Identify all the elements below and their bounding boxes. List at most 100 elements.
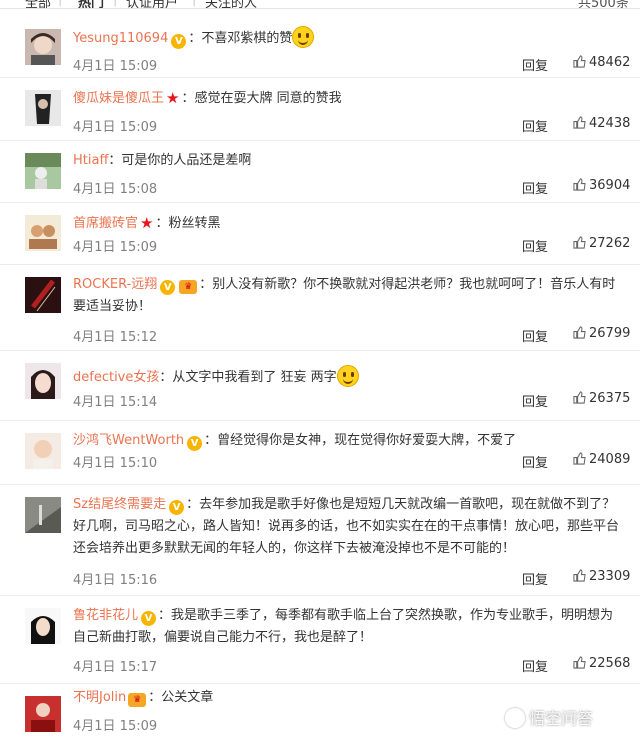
like-count: 48462 [589, 55, 631, 70]
like-count: 22568 [589, 656, 631, 671]
comment-time: 4月1日 15:10 [73, 456, 158, 471]
thumbs-up-icon [573, 452, 586, 465]
comment-time: 4月1日 15:09 [73, 719, 158, 734]
vip-crown-icon: ♛ [179, 280, 198, 294]
comment-content: ：曾经觉得你是女神，现在觉得你好爱耍大牌，不爱了 [204, 433, 517, 448]
like-button[interactable]: 22568 [573, 656, 630, 671]
comment-item: 傻瓜妹是傻瓜王 ★ ：感觉在耍大牌 同意的赞我 4月1日 15:09 回复 4243… [0, 78, 640, 141]
comment-time: 4月1日 15:09 [73, 120, 158, 135]
comment-item: Yesung110694 V ：不喜邓紫棋的赞 4月1日 15:09 回复 4846… [0, 17, 640, 78]
reply-button[interactable]: 回复 [522, 656, 548, 675]
comment-username[interactable]: 不明Jolin [73, 690, 126, 705]
reply-button[interactable]: 回复 [522, 569, 548, 588]
tab-separator: | [113, 0, 117, 7]
like-button[interactable]: 26375 [573, 391, 630, 406]
avatar[interactable] [25, 363, 61, 399]
reply-button[interactable]: 回复 [522, 236, 548, 255]
like-count: 26375 [589, 391, 631, 406]
comment-content: ：不喜邓紫棋的赞 [188, 31, 293, 46]
like-button[interactable]: 27262 [573, 236, 630, 251]
like-button[interactable]: 23309 [573, 569, 630, 584]
comment-text: Yesung110694 V ：不喜邓紫棋的赞 [73, 26, 622, 50]
reply-button[interactable]: 回复 [522, 391, 548, 410]
thumbs-up-icon [573, 569, 586, 582]
comment-filter-tabs: 全部 | 热门 | 认证用户 | 关注的人 共500条 [0, 0, 640, 11]
avatar[interactable] [25, 608, 61, 644]
like-count: 36904 [589, 178, 631, 193]
smirk-emoji-icon [336, 365, 359, 387]
comment-text: 沙鸿飞WentWorth V ：曾经觉得你是女神，现在觉得你好爱耍大牌，不爱了 [73, 430, 622, 452]
comment-content: ：可是你的人品还是差啊 [108, 153, 252, 168]
comment-username[interactable]: defective女孩 [73, 370, 159, 385]
comment-time: 4月1日 15:17 [73, 660, 158, 675]
like-button[interactable]: 42438 [573, 116, 630, 131]
thumbs-up-icon [573, 326, 586, 339]
like-button[interactable]: 24089 [573, 452, 630, 467]
member-star-icon: ★ [166, 89, 180, 107]
comment-item: ROCKER-远翔 V ♛ ：别人没有新歌？你不换歌就对得起洪老师？我也就呵呵了！音乐… [0, 265, 640, 351]
comment-content: ：感觉在耍大牌 同意的赞我 [181, 91, 342, 106]
tab-separator: | [58, 0, 62, 7]
comment-username[interactable]: 沙鸿飞WentWorth [73, 433, 184, 448]
reply-button[interactable]: 回复 [522, 178, 548, 197]
vip-crown-icon: ♛ [128, 693, 147, 707]
verified-v-icon: V [171, 34, 187, 49]
avatar[interactable] [25, 277, 61, 313]
avatar[interactable] [25, 433, 61, 469]
comment-text: Htiaff：可是你的人品还是差啊 [73, 150, 622, 172]
comment-item: 沙鸿飞WentWorth V ：曾经觉得你是女神，现在觉得你好爱耍大牌，不爱了 4月… [0, 421, 640, 485]
comment-text: 傻瓜妹是傻瓜王 ★ ：感觉在耍大牌 同意的赞我 [73, 87, 622, 110]
tab-separator: | [192, 0, 196, 7]
avatar[interactable] [25, 696, 61, 732]
avatar[interactable] [25, 90, 61, 126]
avatar[interactable] [25, 497, 61, 533]
thumbs-up-icon [573, 55, 586, 68]
comment-text: 首席搬砖官 ★ ：粉丝转黑 [73, 212, 622, 235]
reply-button[interactable]: 回复 [522, 326, 548, 345]
tab-hot[interactable]: 热门 [78, 0, 104, 11]
like-count: 26799 [589, 326, 631, 341]
comment-username[interactable]: Sz结尾终需要走 [73, 497, 166, 512]
avatar[interactable] [25, 215, 61, 251]
verified-v-icon: V [141, 611, 157, 626]
comment-item: Htiaff：可是你的人品还是差啊 4月1日 15:08 回复 36904 [0, 141, 640, 203]
verified-v-icon: V [169, 500, 185, 515]
comment-item: 首席搬砖官 ★ ：粉丝转黑 4月1日 15:09 回复 27262 [0, 203, 640, 265]
tab-verified[interactable]: 认证用户 [126, 0, 178, 11]
avatar[interactable] [25, 29, 61, 65]
comment-item: 鲁花非花儿 V ：我是歌手三季了，每季都有歌手临上台了突然换歌，作为专业歌手，明明想… [0, 596, 640, 684]
comment-username[interactable]: Htiaff [73, 153, 108, 168]
reply-button[interactable]: 回复 [522, 452, 548, 471]
watermark: 悟空问答 [505, 705, 593, 729]
comment-time: 4月1日 15:08 [73, 182, 158, 197]
comment-username[interactable]: 傻瓜妹是傻瓜王 [73, 91, 164, 106]
comment-time: 4月1日 15:09 [73, 240, 158, 255]
like-button[interactable]: 26799 [573, 326, 630, 341]
tabs-divider [0, 8, 640, 9]
comment-username[interactable]: Yesung110694 [73, 31, 168, 46]
tab-following[interactable]: 关注的人 [205, 0, 257, 11]
member-star-icon: ★ [140, 214, 154, 232]
thumbs-up-icon [573, 391, 586, 404]
comment-username[interactable]: 鲁花非花儿 [73, 608, 138, 623]
comment-username[interactable]: ROCKER-远翔 [73, 277, 157, 292]
like-button[interactable]: 48462 [573, 55, 630, 70]
comment-count: 共500条 [578, 0, 629, 11]
comment-text: 鲁花非花儿 V ：我是歌手三季了，每季都有歌手临上台了突然换歌，作为专业歌手，明明想… [73, 605, 622, 649]
comment-item: Sz结尾终需要走 V ：去年参加我是歌手好像也是短短几天就改编一首歌吧，现在就做不到… [0, 485, 640, 596]
avatar[interactable] [25, 153, 61, 189]
comment-time: 4月1日 15:09 [73, 59, 158, 74]
like-button[interactable]: 36904 [573, 178, 630, 193]
reply-button[interactable]: 回复 [522, 116, 548, 135]
smile-emoji-icon [292, 26, 315, 48]
like-count: 23309 [589, 569, 631, 584]
comment-content: ：从文字中我看到了 狂妄 两字 [159, 370, 337, 385]
reply-button[interactable]: 回复 [522, 55, 548, 74]
comment-text: Sz结尾终需要走 V ：去年参加我是歌手好像也是短短几天就改编一首歌吧，现在就做不到… [73, 494, 622, 560]
comment-content: ：粉丝转黑 [155, 216, 221, 231]
comment-content: ：公关文章 [148, 690, 214, 705]
comment-username[interactable]: 首席搬砖官 [73, 216, 138, 231]
thumbs-up-icon [573, 236, 586, 249]
comment-item: defective女孩：从文字中我看到了 狂妄 两字 4月1日 15:14 回复… [0, 351, 640, 421]
tab-all[interactable]: 全部 [25, 0, 51, 11]
